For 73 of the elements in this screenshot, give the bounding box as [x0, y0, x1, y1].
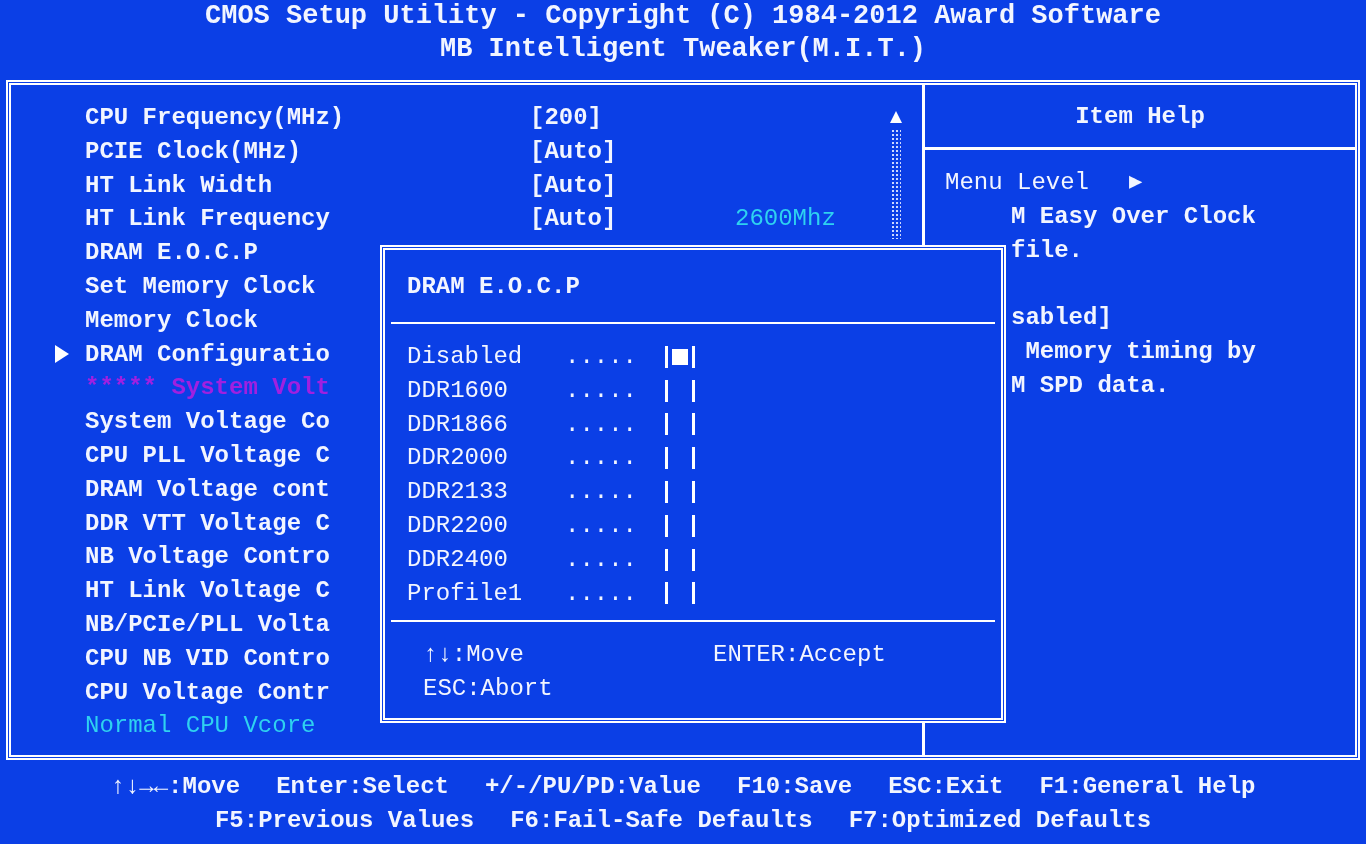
page-title: MB Intelligent Tweaker(M.I.T.) — [439, 33, 927, 66]
setting-label[interactable]: DRAM Voltage cont — [85, 472, 330, 507]
setting-label[interactable]: CPU Frequency(MHz) — [85, 101, 345, 135]
option-checkbox[interactable] — [665, 379, 695, 402]
option-label[interactable]: DDR2000 — [407, 441, 565, 476]
option-leader: ..... — [565, 409, 638, 440]
scroll-up-icon[interactable] — [890, 111, 902, 123]
menu-level-label: Menu Level — [945, 168, 1090, 198]
option-checkbox[interactable] — [665, 582, 695, 605]
option-checkbox[interactable] — [665, 345, 695, 368]
option-label[interactable]: DDR2200 — [407, 509, 565, 543]
option-label[interactable]: DDR2133 — [407, 475, 565, 509]
setting-label[interactable]: CPU NB VID Contro — [85, 641, 330, 676]
setting-label[interactable]: Set Memory Clock — [85, 270, 316, 304]
option-leader: ..... — [565, 511, 638, 541]
option-leader: ..... — [565, 443, 638, 474]
setting-label[interactable]: Normal CPU Vcore — [85, 709, 316, 744]
option-checkbox[interactable] — [665, 447, 695, 470]
key-hint: F7:Optimized Defaults — [848, 806, 1152, 836]
setting-reading: 2600Mhz — [735, 204, 836, 235]
setting-label[interactable]: DRAM E.O.C.P — [85, 236, 258, 270]
setting-label[interactable]: CPU Voltage Contr — [85, 675, 330, 710]
key-hint: ESC:Exit — [888, 772, 1004, 802]
key-hint: ↑↓→←:Move — [110, 772, 241, 802]
key-hint: +/-/PU/PD:Value — [484, 772, 701, 802]
option-label[interactable]: Profile1 — [407, 576, 565, 611]
help-text: M Easy Over Clock — [1011, 203, 1256, 230]
setting-label[interactable]: Memory Clock — [85, 303, 258, 338]
help-text: file. — [1011, 236, 1083, 264]
key-hint: F6:Fail-Safe Defaults — [510, 806, 813, 836]
scrollbar-track[interactable] — [891, 129, 901, 239]
setting-label[interactable]: NB/PCIe/PLL Volta — [85, 607, 330, 642]
key-hint: ENTER:Accept — [713, 640, 887, 671]
screen-title: CMOS Setup Utility - Copyright (C) 1984-2012 Award Software — [205, 0, 1161, 33]
help-title: Item Help — [1075, 102, 1205, 130]
key-hint: F10:Save — [737, 772, 853, 802]
option-leader: ..... — [565, 342, 638, 372]
setting-label[interactable]: HT Link Frequency — [85, 202, 330, 237]
option-leader: ..... — [565, 375, 638, 406]
key-hint: Enter:Select — [276, 772, 449, 802]
setting-value[interactable]: [Auto] — [530, 134, 617, 169]
setting-value[interactable]: [Auto] — [530, 168, 617, 203]
setting-label[interactable]: HT Link Width — [85, 168, 273, 203]
key-hint: F1:General Help — [1039, 772, 1256, 802]
option-leader: ..... — [565, 544, 638, 575]
key-hint: ESC:Abort — [423, 674, 554, 705]
option-leader: ..... — [565, 578, 638, 609]
option-checkbox[interactable] — [665, 481, 695, 504]
submenu-arrow-icon — [55, 345, 69, 364]
key-hint: ↑↓:Move — [423, 640, 525, 671]
option-label[interactable]: DDR1866 — [407, 407, 565, 442]
option-leader: ..... — [565, 477, 638, 508]
help-text: Memory timing by — [1024, 338, 1256, 366]
setting-label[interactable]: System Voltage Co — [85, 405, 330, 439]
setting-value[interactable]: [Auto] — [530, 202, 617, 237]
option-label[interactable]: DDR1600 — [407, 373, 565, 408]
setting-value[interactable]: [200] — [530, 101, 602, 135]
setting-label[interactable]: PCIE Clock(MHz) — [85, 134, 302, 169]
key-hint: F5:Previous Values — [214, 806, 475, 836]
setting-label[interactable]: CPU PLL Voltage C — [85, 438, 330, 473]
help-text: sabled] — [1011, 304, 1112, 332]
option-checkbox[interactable] — [665, 514, 695, 537]
option-checkbox[interactable] — [665, 413, 695, 436]
setting-label[interactable]: NB Voltage Contro — [85, 540, 330, 575]
setting-label[interactable]: DDR VTT Voltage C — [85, 506, 330, 541]
option-label[interactable]: Disabled — [407, 340, 565, 374]
dialog-title: DRAM E.O.C.P — [407, 272, 580, 300]
help-text: M SPD data. — [1011, 372, 1170, 399]
setting-label[interactable]: DRAM Configuratio — [85, 337, 330, 372]
menu-level-marker: ▶ — [1129, 169, 1143, 197]
option-label[interactable]: DDR2400 — [407, 542, 565, 577]
setting-label[interactable]: HT Link Voltage C — [85, 574, 330, 608]
option-checkbox[interactable] — [665, 548, 695, 571]
